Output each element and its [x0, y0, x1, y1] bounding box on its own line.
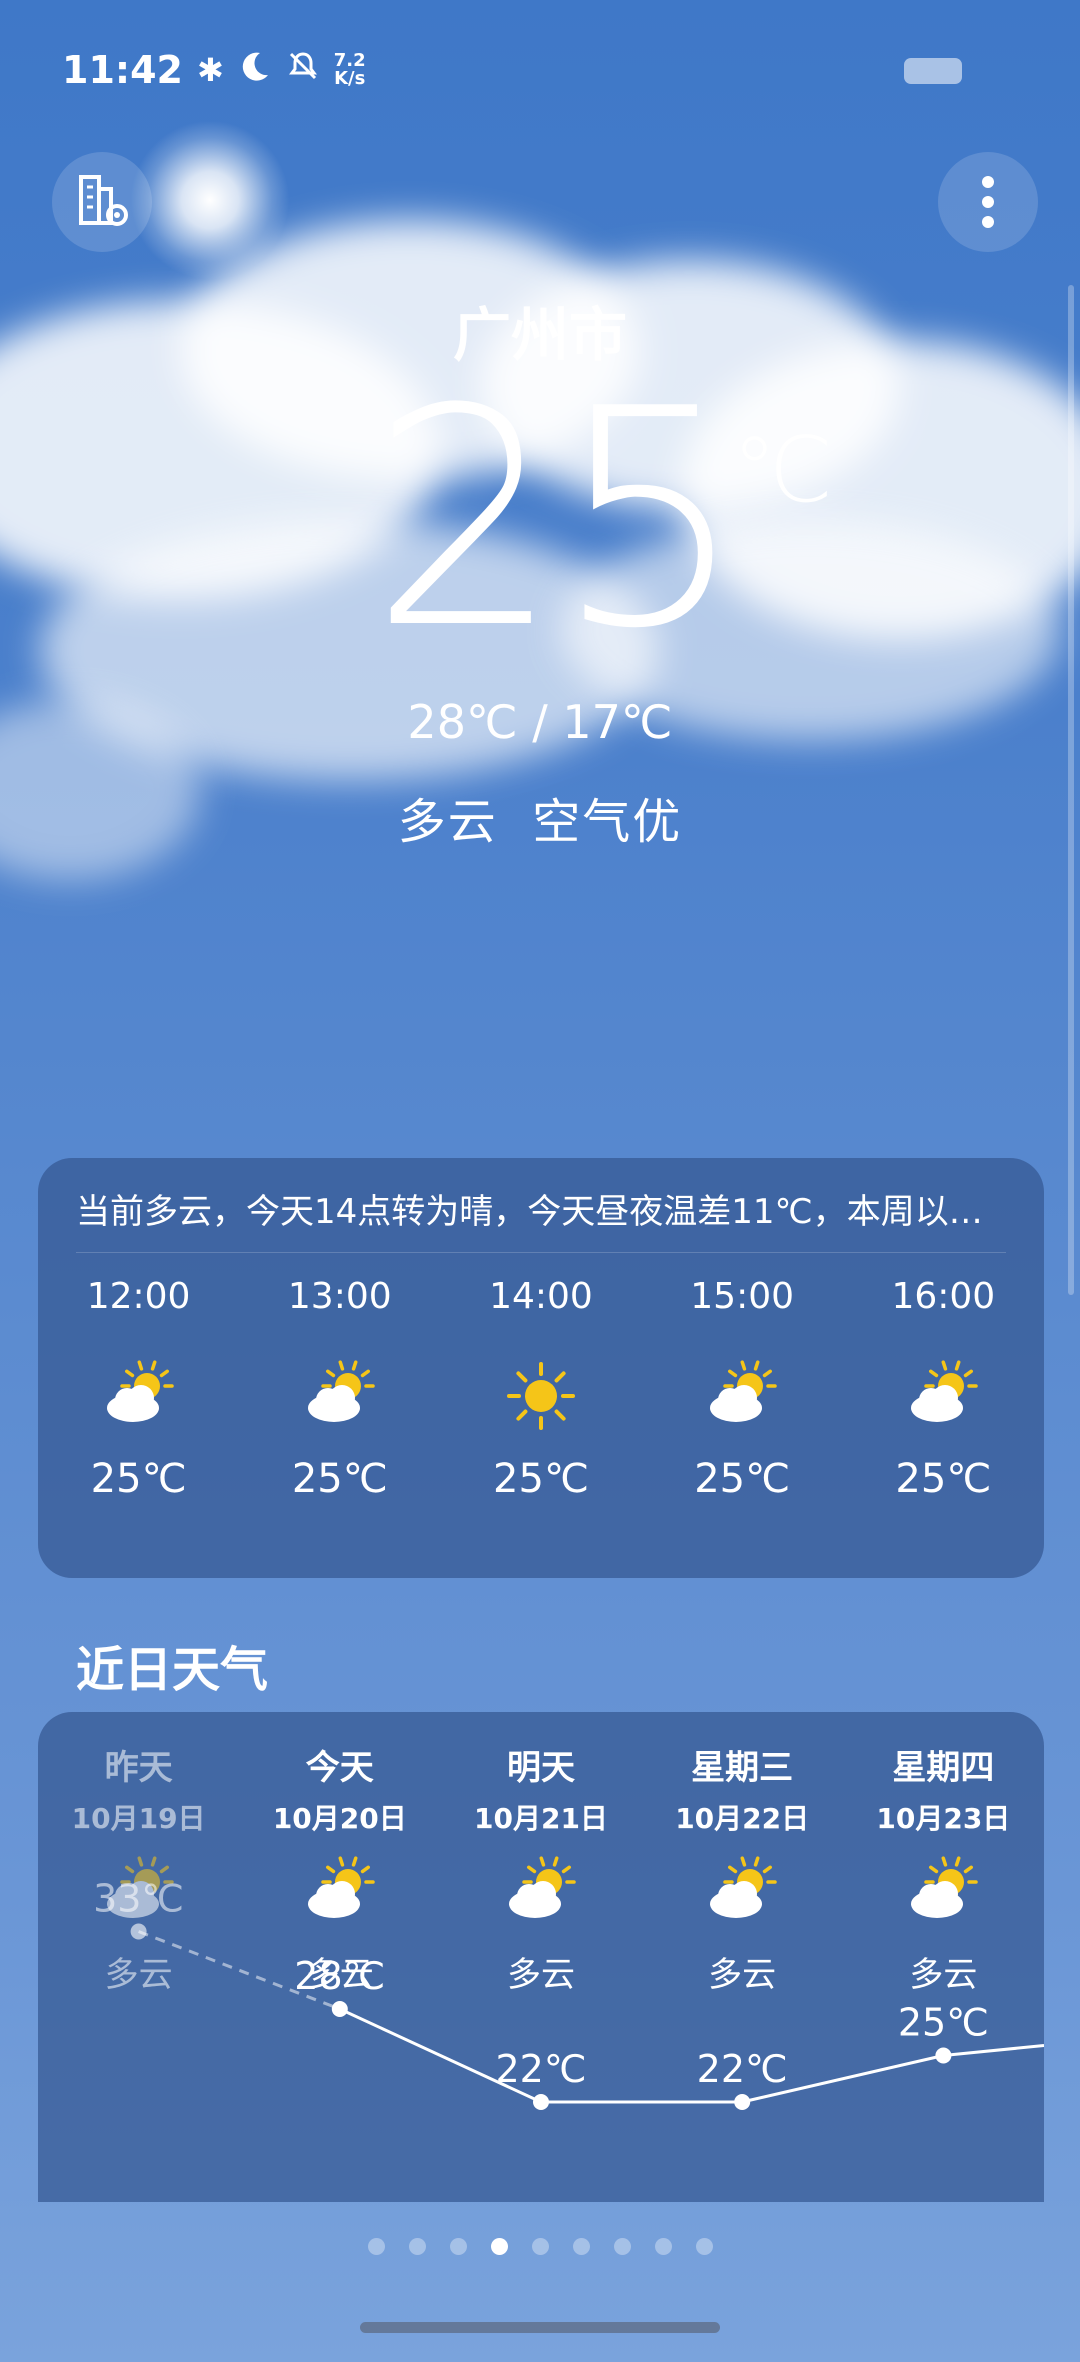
trend-point — [533, 2094, 549, 2110]
hour-temp: 25℃ — [694, 1456, 791, 1502]
recent-weather-title: 近日天气 — [76, 1642, 269, 1698]
page-indicator — [0, 2238, 1080, 2255]
partly-cloudy-icon — [38, 1336, 239, 1456]
daily-forecast-card[interactable]: 昨天 10月19日 多云 今天 10月20日 多云 明天 10月21日 多云 星期三 … — [38, 1712, 1044, 2202]
net-speed-unit: K/s — [334, 68, 366, 89]
trend-label: 22℃ — [697, 2047, 788, 2091]
page-dot[interactable] — [408, 2238, 426, 2255]
hourly-list: 12:00 25℃ 13:00 25℃ 14:00 25℃ 15:00 25℃ 16:0… — [38, 1276, 1044, 1502]
scrollbar[interactable] — [1068, 285, 1074, 1295]
forecast-summary[interactable]: 当前多云，今天14点转为晴，今天昼夜温差11℃，本周以… — [76, 1184, 1006, 1233]
trend-label: 22℃ — [495, 2047, 586, 2091]
hour-temp: 25℃ — [291, 1456, 388, 1502]
hour-temp: 25℃ — [895, 1456, 992, 1502]
partly-cloudy-icon — [642, 1336, 843, 1456]
page-dot[interactable] — [367, 2238, 385, 2255]
hour-item: 15:00 25℃ — [642, 1276, 843, 1502]
page-dot[interactable] — [613, 2238, 631, 2255]
temperature-trend-chart: 33℃ 28℃ 22℃ 22℃ 25℃ — [93, 1877, 1044, 2110]
divider — [76, 1252, 1006, 1253]
bluetooth-icon: ✱ — [196, 51, 224, 89]
moon-icon — [238, 48, 272, 92]
hour-time: 12:00 — [86, 1276, 191, 1317]
more-vertical-icon — [982, 176, 994, 228]
hour-time: 14:00 — [489, 1276, 593, 1317]
hour-temp: 25℃ — [90, 1456, 187, 1502]
current-temperature: 25 — [370, 345, 746, 694]
trend-point — [331, 2001, 348, 2017]
temperature-unit: ℃ — [732, 418, 834, 523]
hour-item: 14:00 25℃ — [440, 1276, 641, 1502]
trend-point — [935, 2047, 952, 2064]
hourly-forecast-card[interactable]: 当前多云，今天14点转为晴，今天昼夜温差11℃，本周以… 12:00 25℃ 13… — [38, 1158, 1044, 1578]
partly-cloudy-icon — [843, 1336, 1044, 1456]
page-dot[interactable] — [695, 2238, 713, 2255]
sunny-icon — [440, 1336, 641, 1456]
hour-time: 13:00 — [287, 1276, 392, 1317]
hour-time: 15:00 — [690, 1276, 795, 1317]
page-dot[interactable] — [490, 2238, 508, 2255]
trend-label: 25℃ — [898, 2001, 989, 2045]
trend-point — [734, 2094, 751, 2110]
trend-label: 33℃ — [93, 1877, 184, 1921]
page-dot[interactable] — [572, 2238, 590, 2255]
home-indicator[interactable] — [360, 2322, 720, 2333]
city-manage-button[interactable] — [52, 152, 152, 252]
page-dot[interactable] — [531, 2238, 549, 2255]
status-time: 11:42 — [62, 48, 183, 92]
battery-icon — [904, 58, 962, 84]
status-bar: 11:42 ✱ 7.2 K/s — [62, 48, 366, 92]
current-condition: 多云 空气优 — [397, 794, 683, 850]
hour-temp: 25℃ — [493, 1456, 589, 1502]
weather-screen: 11:42 ✱ 7.2 K/s 广州市 25 ℃ 28℃ / 17℃ 多云 空气… — [0, 0, 1080, 2362]
hour-item: 12:00 25℃ — [38, 1276, 239, 1502]
page-dot[interactable] — [449, 2238, 467, 2255]
trend-point — [130, 1923, 147, 1940]
trend-segment — [943, 2044, 1044, 2057]
more-options-button[interactable] — [938, 152, 1038, 252]
page-dot[interactable] — [654, 2238, 672, 2255]
network-speed: 7.2 K/s — [334, 52, 366, 88]
hour-item: 16:00 25℃ — [843, 1276, 1044, 1502]
temperature-range: 28℃ / 17℃ — [407, 695, 673, 749]
partly-cloudy-icon — [239, 1336, 440, 1456]
mute-bell-icon — [286, 48, 320, 92]
hour-time: 16:00 — [891, 1276, 996, 1317]
trend-label: 28℃ — [294, 1954, 385, 1998]
hour-item: 13:00 25℃ — [239, 1276, 440, 1502]
city-settings-icon — [79, 175, 128, 226]
